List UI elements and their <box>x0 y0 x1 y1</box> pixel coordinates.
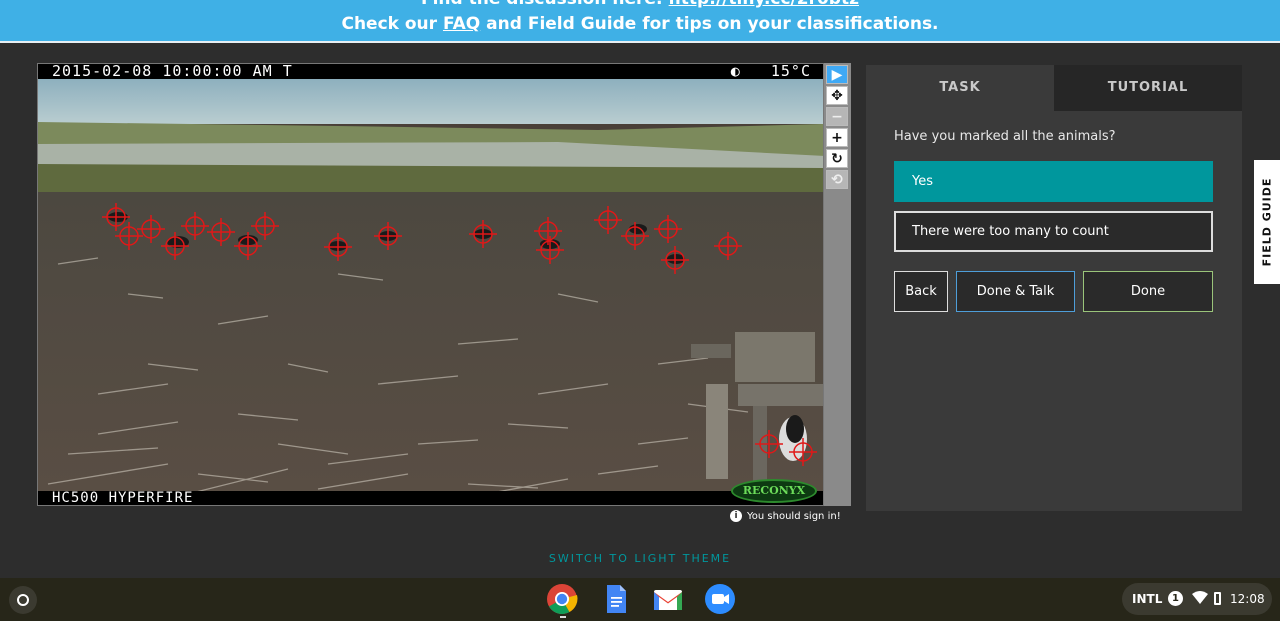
answer-too-many-button[interactable]: There were too many to count <box>894 211 1213 252</box>
task-question: Have you marked all the animals? <box>894 129 1116 144</box>
camera-info-bar: 2015-02-08 10:00:00 AM T ◐ 15°C <box>38 64 823 79</box>
done-and-talk-button[interactable]: Done & Talk <box>956 271 1075 312</box>
system-tray[interactable]: INTL 1 12:08 <box>1122 583 1272 615</box>
clock: 12:08 <box>1230 592 1265 606</box>
pan-tool-icon[interactable]: ✥ <box>826 86 848 105</box>
chrome-icon[interactable] <box>546 583 578 615</box>
signin-notice[interactable]: i You should sign in! <box>730 510 841 522</box>
grass <box>38 164 823 194</box>
back-button[interactable]: Back <box>894 271 948 312</box>
camera-timestamp: 2015-02-08 10:00:00 AM T <box>52 63 293 80</box>
answer-yes-button[interactable]: Yes <box>894 161 1213 202</box>
gmail-icon[interactable] <box>652 583 684 615</box>
zoom-in-icon[interactable]: + <box>826 128 848 147</box>
active-app-indicator <box>560 616 566 618</box>
done-button[interactable]: Done <box>1083 271 1213 312</box>
docs-icon[interactable] <box>600 583 632 615</box>
tab-task[interactable]: TASK <box>866 65 1054 111</box>
camera-model-bar: HC500 HYPERFIRE <box>38 491 823 505</box>
image-toolbar: ▶ ✥ − + ↻ ⟲ <box>824 63 851 506</box>
theme-toggle-link[interactable]: SWITCH TO LIGHT THEME <box>0 552 1280 565</box>
faq-link[interactable]: FAQ <box>443 14 480 34</box>
reconyx-logo: RECONYX <box>731 479 817 503</box>
notification-count-badge: 1 <box>1168 591 1183 606</box>
announcement-banner: Find the discussion here: http://tiny.cc… <box>0 0 1280 43</box>
subject-image[interactable]: 2015-02-08 10:00:00 AM T ◐ 15°C HC500 HY… <box>37 63 824 506</box>
wifi-icon <box>1192 591 1208 604</box>
battery-icon <box>1214 592 1221 605</box>
launcher-button[interactable] <box>9 586 37 614</box>
discussion-link[interactable]: http://tiny.cc/2r0btz <box>669 0 859 9</box>
camera-model: HC500 HYPERFIRE <box>52 490 194 506</box>
reset-icon[interactable]: ⟲ <box>826 170 848 189</box>
rotate-icon[interactable]: ↻ <box>826 149 848 168</box>
panel-tabs: TASK TUTORIAL <box>866 65 1242 111</box>
input-method-label: INTL <box>1132 592 1163 606</box>
pointer-tool-icon[interactable]: ▶ <box>826 65 848 84</box>
task-panel: TASK TUTORIAL Have you marked all the an… <box>866 65 1242 511</box>
camera-temperature: ◐ 15°C <box>730 63 811 80</box>
camera-scene <box>38 64 823 505</box>
info-icon: i <box>730 510 742 522</box>
tab-tutorial[interactable]: TUTORIAL <box>1054 65 1242 111</box>
os-shelf: INTL 1 12:08 <box>0 578 1280 621</box>
meet-icon[interactable] <box>704 583 736 615</box>
zoom-out-icon[interactable]: − <box>826 107 848 126</box>
banner-line-faq: Check our FAQ and Field Guide for tips o… <box>341 14 939 34</box>
field-guide-tab[interactable]: FIELD GUIDE <box>1254 160 1280 284</box>
banner-line-discussion: Find the discussion here: http://tiny.cc… <box>0 0 1280 9</box>
